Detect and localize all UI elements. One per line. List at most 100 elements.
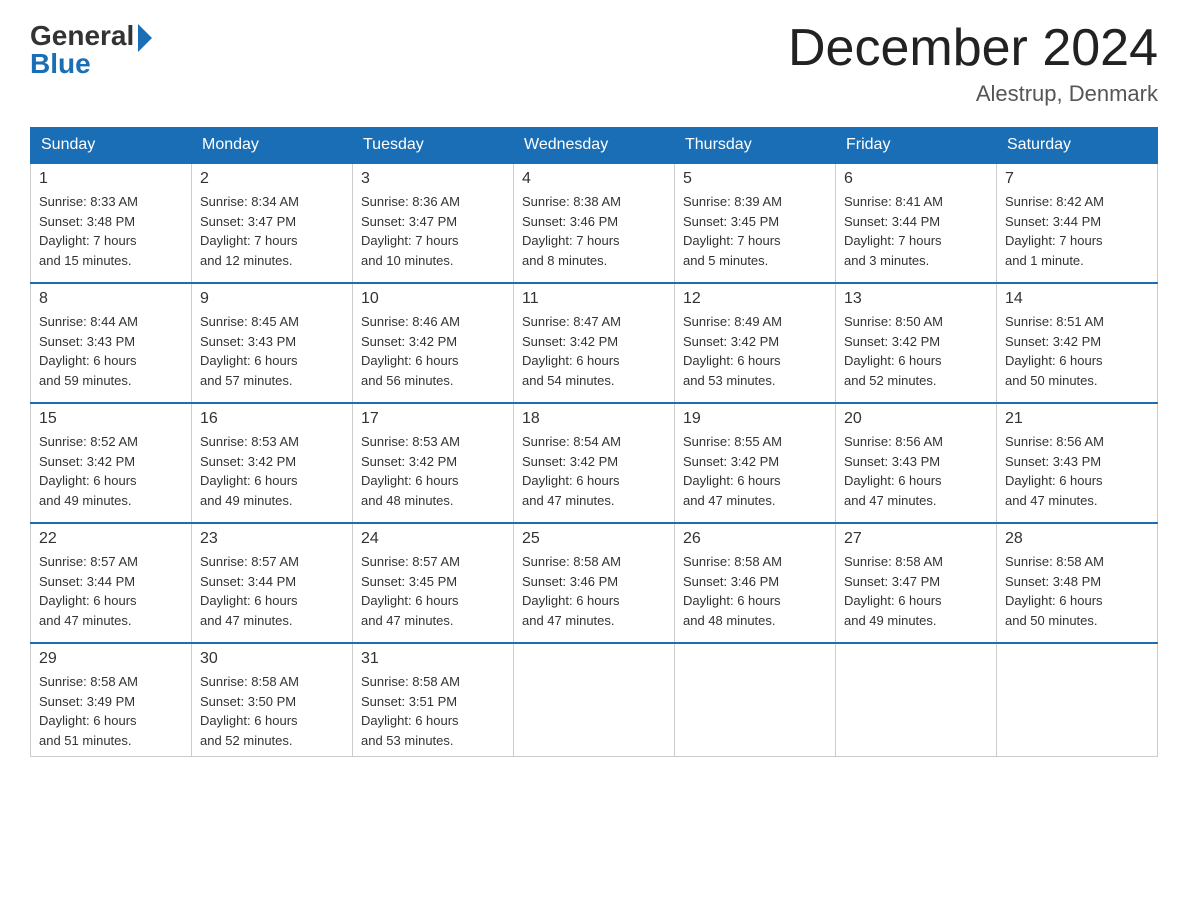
day-cell — [836, 643, 997, 757]
day-cell: 22 Sunrise: 8:57 AMSunset: 3:44 PMDayligh… — [31, 523, 192, 643]
day-cell: 8 Sunrise: 8:44 AMSunset: 3:43 PMDaylight… — [31, 283, 192, 403]
week-row-4: 22 Sunrise: 8:57 AMSunset: 3:44 PMDayligh… — [31, 523, 1158, 643]
day-number: 9 — [200, 290, 344, 308]
day-number: 8 — [39, 290, 183, 308]
day-info: Sunrise: 8:50 AMSunset: 3:42 PMDaylight:… — [844, 312, 988, 390]
day-info: Sunrise: 8:58 AMSunset: 3:50 PMDaylight:… — [200, 672, 344, 750]
header-row: SundayMondayTuesdayWednesdayThursdayFrid… — [31, 128, 1158, 164]
day-number: 2 — [200, 170, 344, 188]
day-cell: 19 Sunrise: 8:55 AMSunset: 3:42 PMDayligh… — [675, 403, 836, 523]
week-row-3: 15Sunrise: 8:52 AMSunset: 3:42 PMDayligh… — [31, 403, 1158, 523]
day-number: 20 — [844, 410, 988, 428]
day-info: Sunrise: 8:53 AMSunset: 3:42 PMDaylight:… — [200, 432, 344, 510]
day-number: 12 — [683, 290, 827, 308]
day-info: Sunrise: 8:34 AMSunset: 3:47 PMDaylight:… — [200, 192, 344, 270]
day-info: Sunrise: 8:57 AMSunset: 3:45 PMDaylight:… — [361, 552, 505, 630]
day-info: Sunrise: 8:58 AMSunset: 3:48 PMDaylight:… — [1005, 552, 1149, 630]
day-number: 21 — [1005, 410, 1149, 428]
day-info: Sunrise: 8:52 AMSunset: 3:42 PMDaylight:… — [39, 432, 183, 510]
day-number: 23 — [200, 530, 344, 548]
day-number: 5 — [683, 170, 827, 188]
day-info: Sunrise: 8:39 AMSunset: 3:45 PMDaylight:… — [683, 192, 827, 270]
header-cell-sunday: Sunday — [31, 128, 192, 164]
day-cell: 31Sunrise: 8:58 AMSunset: 3:51 PMDayligh… — [353, 643, 514, 757]
day-info: Sunrise: 8:33 AMSunset: 3:48 PMDaylight:… — [39, 192, 183, 270]
day-info: Sunrise: 8:36 AMSunset: 3:47 PMDaylight:… — [361, 192, 505, 270]
day-number: 24 — [361, 530, 505, 548]
day-number: 10 — [361, 290, 505, 308]
day-info: Sunrise: 8:38 AMSunset: 3:46 PMDaylight:… — [522, 192, 666, 270]
day-cell: 15Sunrise: 8:52 AMSunset: 3:42 PMDayligh… — [31, 403, 192, 523]
calendar-body: 1 Sunrise: 8:33 AMSunset: 3:48 PMDaylight… — [31, 163, 1158, 757]
day-info: Sunrise: 8:44 AMSunset: 3:43 PMDaylight:… — [39, 312, 183, 390]
header-cell-thursday: Thursday — [675, 128, 836, 164]
week-row-1: 1 Sunrise: 8:33 AMSunset: 3:48 PMDaylight… — [31, 163, 1158, 283]
logo: General Blue — [30, 20, 152, 80]
day-cell: 3Sunrise: 8:36 AMSunset: 3:47 PMDaylight… — [353, 163, 514, 283]
week-row-2: 8 Sunrise: 8:44 AMSunset: 3:43 PMDaylight… — [31, 283, 1158, 403]
day-number: 28 — [1005, 530, 1149, 548]
header-cell-wednesday: Wednesday — [514, 128, 675, 164]
day-cell — [675, 643, 836, 757]
day-info: Sunrise: 8:42 AMSunset: 3:44 PMDaylight:… — [1005, 192, 1149, 270]
week-row-5: 29 Sunrise: 8:58 AMSunset: 3:49 PMDayligh… — [31, 643, 1158, 757]
day-cell: 14 Sunrise: 8:51 AMSunset: 3:42 PMDayligh… — [997, 283, 1158, 403]
day-number: 22 — [39, 530, 183, 548]
day-cell: 7 Sunrise: 8:42 AMSunset: 3:44 PMDaylight… — [997, 163, 1158, 283]
day-info: Sunrise: 8:56 AMSunset: 3:43 PMDaylight:… — [844, 432, 988, 510]
day-cell: 29 Sunrise: 8:58 AMSunset: 3:49 PMDayligh… — [31, 643, 192, 757]
day-info: Sunrise: 8:58 AMSunset: 3:49 PMDaylight:… — [39, 672, 183, 750]
header-cell-monday: Monday — [192, 128, 353, 164]
day-cell: 24 Sunrise: 8:57 AMSunset: 3:45 PMDayligh… — [353, 523, 514, 643]
day-cell: 5 Sunrise: 8:39 AMSunset: 3:45 PMDaylight… — [675, 163, 836, 283]
day-info: Sunrise: 8:51 AMSunset: 3:42 PMDaylight:… — [1005, 312, 1149, 390]
day-number: 30 — [200, 650, 344, 668]
day-number: 7 — [1005, 170, 1149, 188]
header-cell-friday: Friday — [836, 128, 997, 164]
day-info: Sunrise: 8:58 AMSunset: 3:51 PMDaylight:… — [361, 672, 505, 750]
logo-blue-text: Blue — [30, 48, 91, 80]
day-info: Sunrise: 8:47 AMSunset: 3:42 PMDaylight:… — [522, 312, 666, 390]
day-cell: 4 Sunrise: 8:38 AMSunset: 3:46 PMDaylight… — [514, 163, 675, 283]
logo-arrow-icon — [138, 24, 152, 52]
day-cell: 9 Sunrise: 8:45 AMSunset: 3:43 PMDaylight… — [192, 283, 353, 403]
day-info: Sunrise: 8:45 AMSunset: 3:43 PMDaylight:… — [200, 312, 344, 390]
day-number: 1 — [39, 170, 183, 188]
day-cell: 20 Sunrise: 8:56 AMSunset: 3:43 PMDayligh… — [836, 403, 997, 523]
day-cell — [514, 643, 675, 757]
day-info: Sunrise: 8:46 AMSunset: 3:42 PMDaylight:… — [361, 312, 505, 390]
day-info: Sunrise: 8:49 AMSunset: 3:42 PMDaylight:… — [683, 312, 827, 390]
day-cell: 26Sunrise: 8:58 AMSunset: 3:46 PMDayligh… — [675, 523, 836, 643]
day-info: Sunrise: 8:58 AMSunset: 3:47 PMDaylight:… — [844, 552, 988, 630]
day-cell: 16Sunrise: 8:53 AMSunset: 3:42 PMDayligh… — [192, 403, 353, 523]
day-number: 14 — [1005, 290, 1149, 308]
day-cell: 11Sunrise: 8:47 AMSunset: 3:42 PMDayligh… — [514, 283, 675, 403]
day-cell: 12 Sunrise: 8:49 AMSunset: 3:42 PMDayligh… — [675, 283, 836, 403]
day-number: 27 — [844, 530, 988, 548]
day-number: 13 — [844, 290, 988, 308]
day-number: 18 — [522, 410, 666, 428]
day-cell: 30 Sunrise: 8:58 AMSunset: 3:50 PMDayligh… — [192, 643, 353, 757]
day-info: Sunrise: 8:55 AMSunset: 3:42 PMDaylight:… — [683, 432, 827, 510]
calendar-table: SundayMondayTuesdayWednesdayThursdayFrid… — [30, 127, 1158, 757]
day-info: Sunrise: 8:56 AMSunset: 3:43 PMDaylight:… — [1005, 432, 1149, 510]
day-info: Sunrise: 8:54 AMSunset: 3:42 PMDaylight:… — [522, 432, 666, 510]
day-cell: 17Sunrise: 8:53 AMSunset: 3:42 PMDayligh… — [353, 403, 514, 523]
day-cell: 27 Sunrise: 8:58 AMSunset: 3:47 PMDayligh… — [836, 523, 997, 643]
day-number: 19 — [683, 410, 827, 428]
day-info: Sunrise: 8:57 AMSunset: 3:44 PMDaylight:… — [39, 552, 183, 630]
day-number: 26 — [683, 530, 827, 548]
day-number: 6 — [844, 170, 988, 188]
day-number: 4 — [522, 170, 666, 188]
day-number: 17 — [361, 410, 505, 428]
day-cell: 28 Sunrise: 8:58 AMSunset: 3:48 PMDayligh… — [997, 523, 1158, 643]
day-cell: 21 Sunrise: 8:56 AMSunset: 3:43 PMDayligh… — [997, 403, 1158, 523]
month-title: December 2024 — [788, 20, 1158, 77]
day-cell: 23Sunrise: 8:57 AMSunset: 3:44 PMDayligh… — [192, 523, 353, 643]
header-cell-tuesday: Tuesday — [353, 128, 514, 164]
page-header: General Blue December 2024 Alestrup, Den… — [30, 20, 1158, 107]
day-number: 29 — [39, 650, 183, 668]
day-cell: 25Sunrise: 8:58 AMSunset: 3:46 PMDayligh… — [514, 523, 675, 643]
day-cell: 1 Sunrise: 8:33 AMSunset: 3:48 PMDaylight… — [31, 163, 192, 283]
day-cell: 10 Sunrise: 8:46 AMSunset: 3:42 PMDayligh… — [353, 283, 514, 403]
